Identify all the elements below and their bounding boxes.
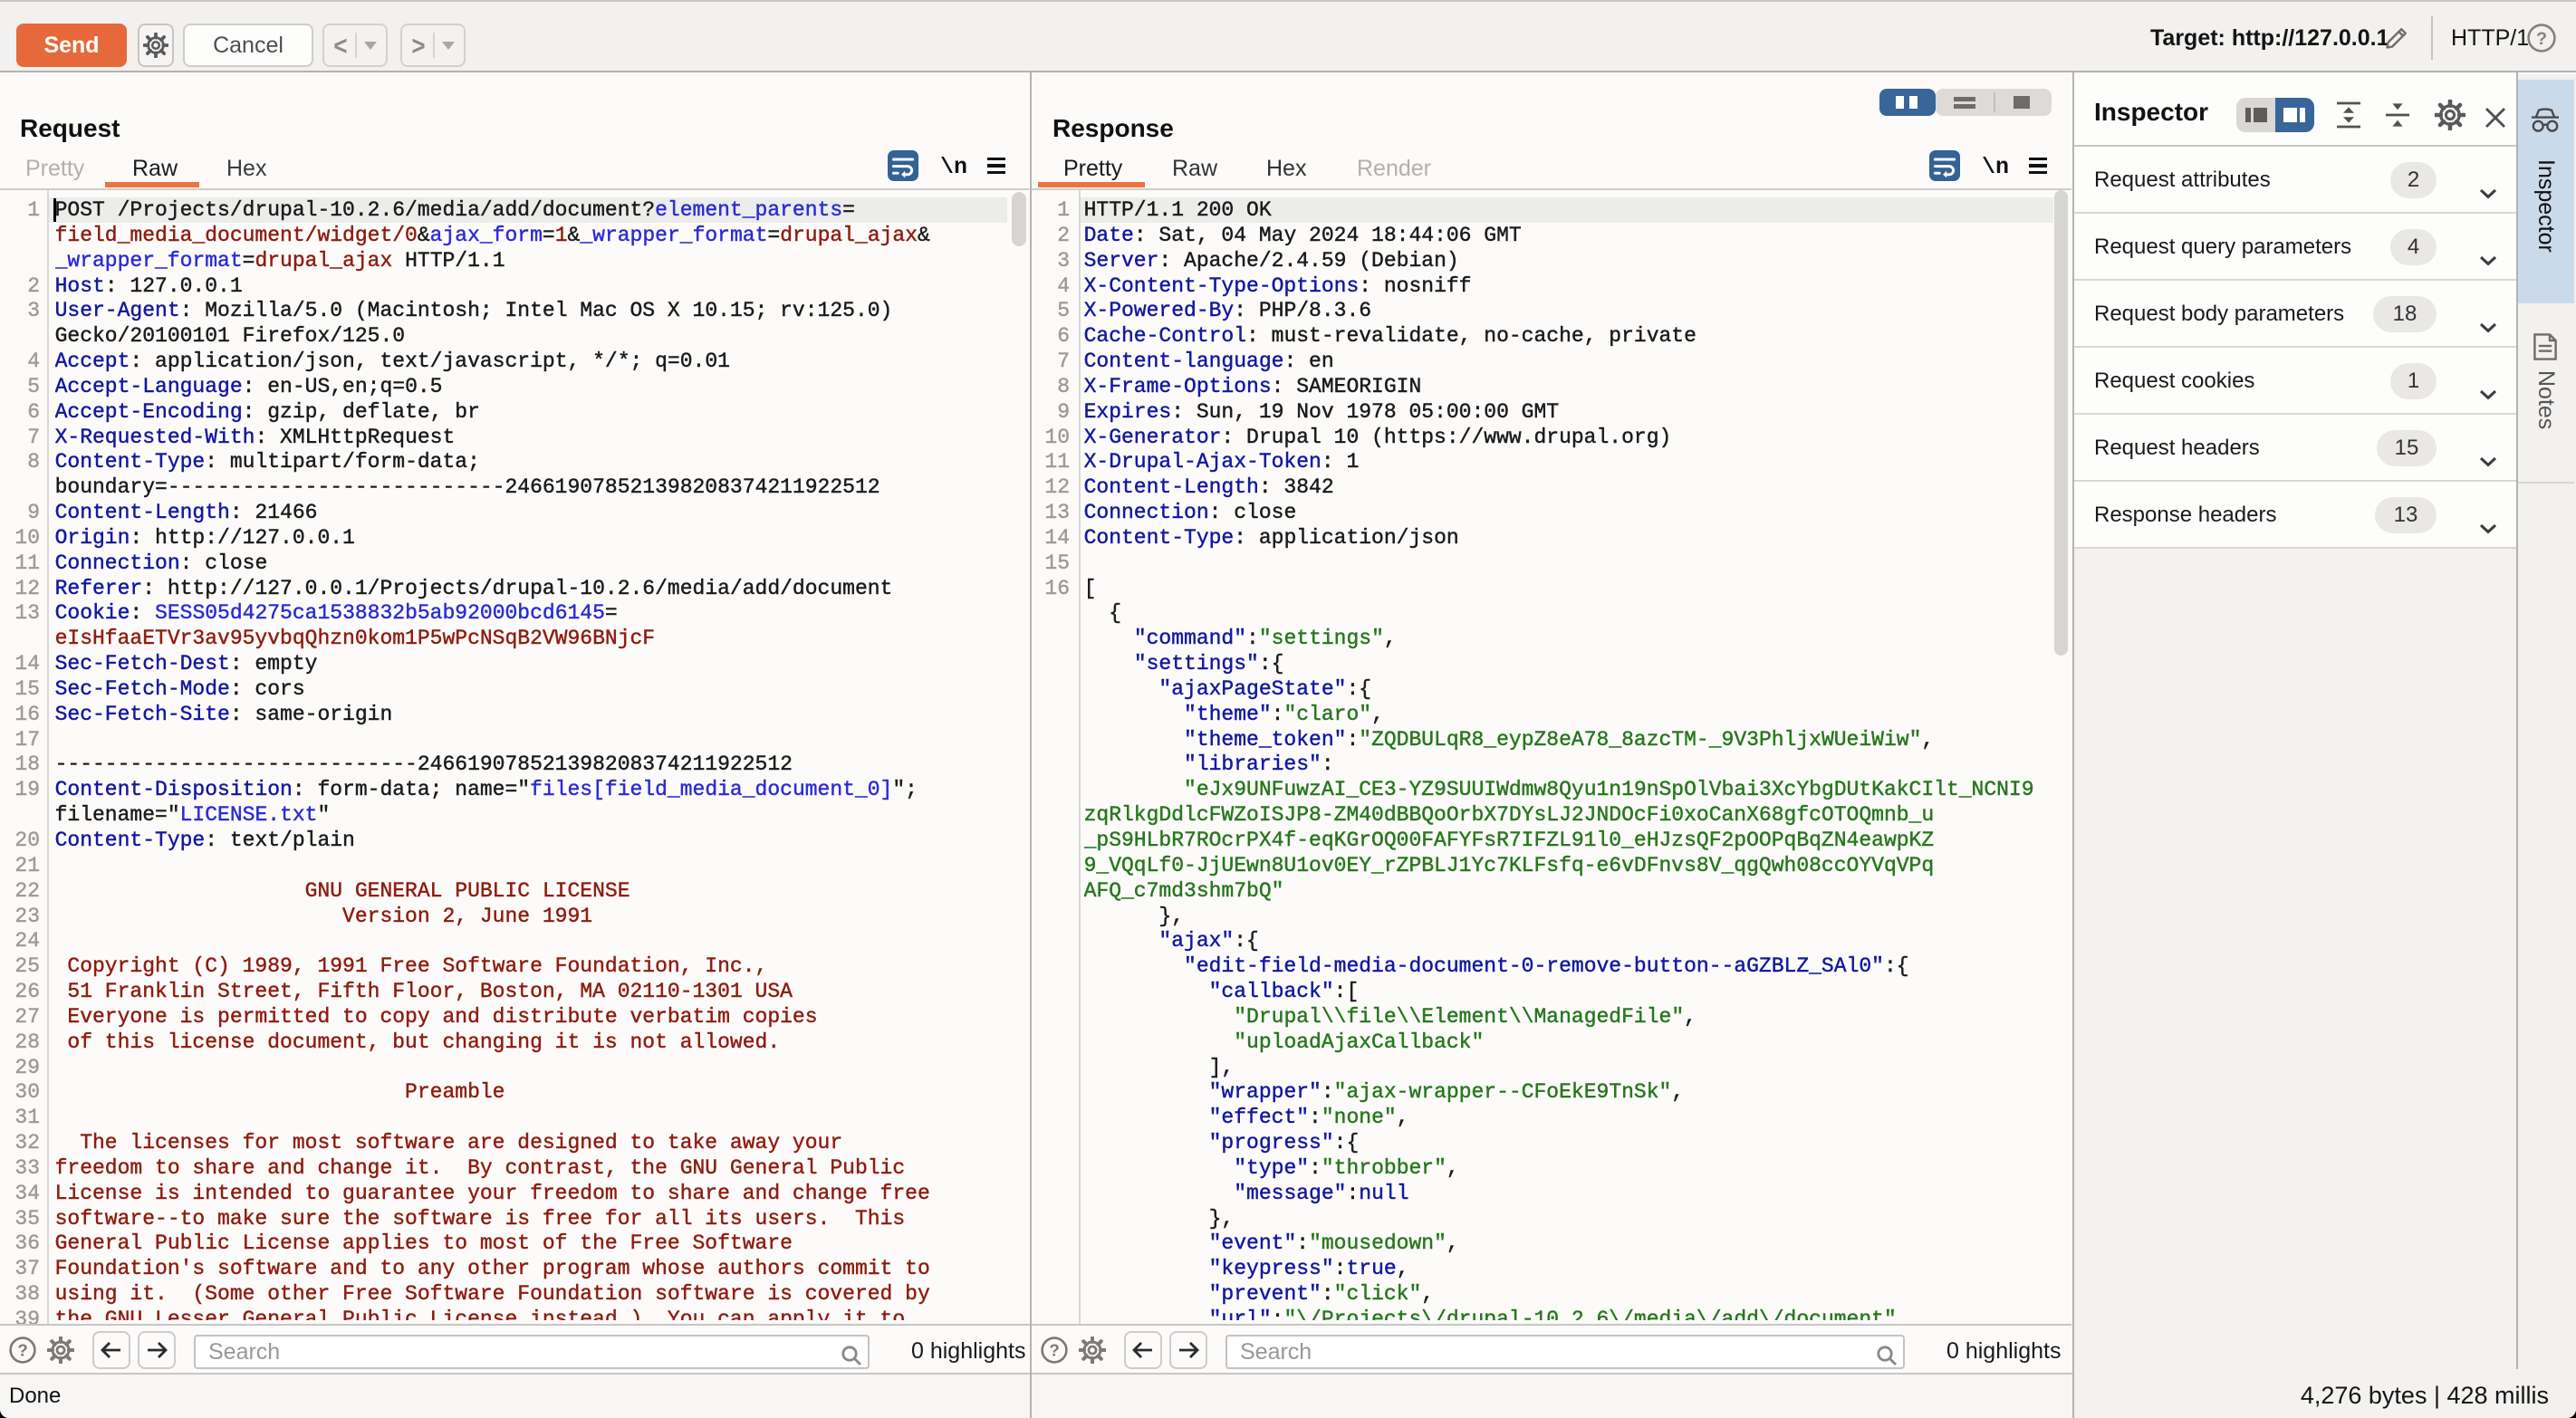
svg-text:?: ? [2536, 29, 2547, 49]
svg-text:?: ? [17, 1341, 27, 1360]
svg-text:?: ? [1049, 1341, 1059, 1360]
